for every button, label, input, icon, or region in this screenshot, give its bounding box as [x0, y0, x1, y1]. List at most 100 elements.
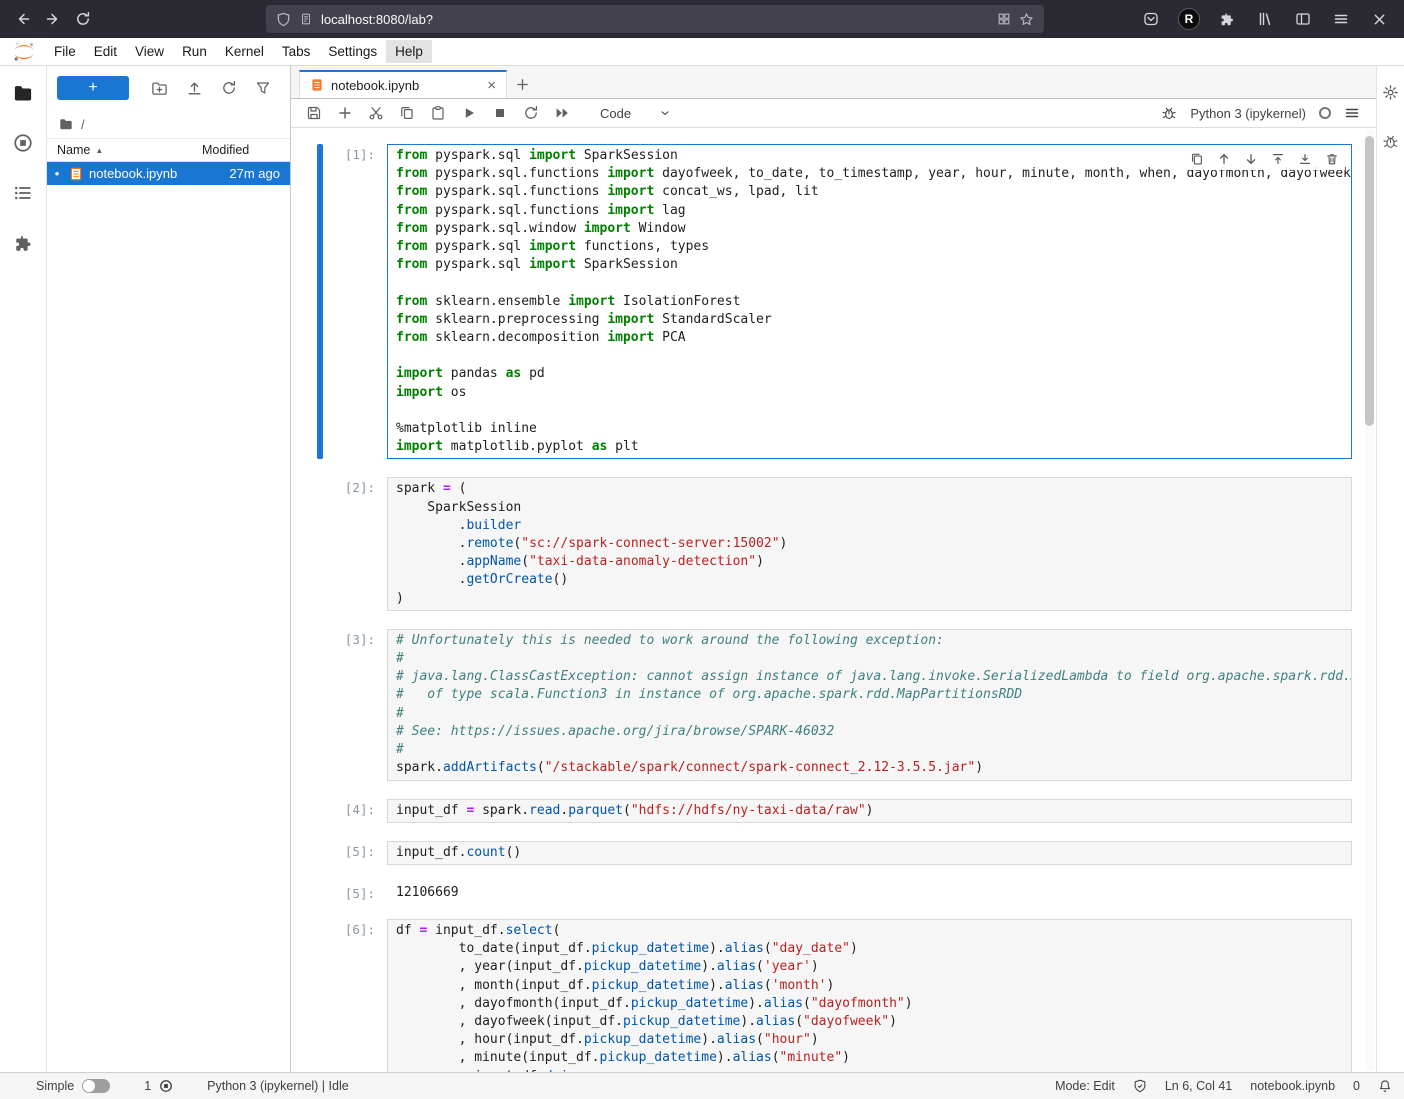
new-folder-button[interactable] — [151, 80, 168, 97]
command-mode-indicator[interactable]: Mode: Edit — [1055, 1079, 1115, 1093]
cell-editor[interactable]: df = input_df.select( to_date(input_df.p… — [387, 919, 1352, 1072]
forward-button[interactable] — [38, 4, 68, 34]
simple-mode-toggle[interactable] — [82, 1079, 110, 1093]
profile-button[interactable]: R — [1174, 4, 1204, 34]
filter-files-button[interactable] — [255, 80, 271, 96]
insert-cell-below-button[interactable] — [1296, 150, 1314, 168]
code-cell[interactable]: [1]:from pyspark.sql import SparkSession… — [317, 144, 1376, 459]
pocket-icon — [1143, 11, 1159, 27]
insert-cell-button[interactable] — [330, 101, 359, 125]
containers-grid-icon[interactable] — [997, 12, 1011, 26]
menu-item-edit[interactable]: Edit — [85, 40, 126, 63]
upload-button[interactable] — [186, 80, 203, 97]
kernel-count[interactable]: 1 — [144, 1079, 151, 1093]
code-cell[interactable]: [2]:spark = ( SparkSession .builder .rem… — [317, 477, 1376, 610]
url-bar[interactable]: localhost:8080/lab? — [266, 5, 1044, 33]
code-cell[interactable]: [3]:# Unfortunately this is needed to wo… — [317, 629, 1376, 781]
sidebar-tab-debugger[interactable] — [1382, 133, 1399, 150]
debugger-button[interactable] — [1161, 105, 1177, 121]
breadcrumb-root[interactable]: / — [81, 117, 85, 132]
refresh-icon — [221, 80, 237, 96]
pocket-button[interactable] — [1136, 4, 1166, 34]
tab-notebook[interactable]: notebook.ipynb × — [299, 70, 507, 98]
app-menu-button[interactable] — [1326, 4, 1356, 34]
site-info-icon[interactable] — [299, 12, 313, 26]
code-cell[interactable]: [6]:df = input_df.select( to_date(input_… — [317, 919, 1376, 1072]
restart-kernel-button[interactable] — [516, 101, 545, 125]
new-tab-button[interactable] — [507, 70, 537, 98]
cursor-position[interactable]: Ln 6, Col 41 — [1165, 1079, 1232, 1093]
code-cell[interactable]: [5]:input_df.count() — [317, 841, 1376, 865]
library-button[interactable] — [1250, 4, 1280, 34]
kernel-name-button[interactable]: Python 3 (ipykernel) — [1190, 106, 1306, 121]
copy-icon — [399, 105, 415, 121]
notebook-cells: [1]:from pyspark.sql import SparkSession… — [317, 144, 1376, 1072]
restart-run-all-button[interactable] — [547, 101, 576, 125]
extensions-button[interactable] — [1212, 4, 1242, 34]
file-row-notebook[interactable]: • notebook.ipynb 27m ago — [47, 162, 290, 185]
browser-toolbar: localhost:8080/lab? R — [0, 0, 1404, 38]
sidebar-tab-property-inspector[interactable] — [1382, 84, 1399, 101]
toolbar-more-commands-button[interactable] — [1344, 105, 1360, 121]
sidebars-button[interactable] — [1288, 4, 1318, 34]
tab-close-button[interactable]: × — [487, 77, 496, 94]
cut-cell-button[interactable] — [361, 101, 390, 125]
reload-button[interactable] — [68, 4, 98, 34]
column-header-name[interactable]: Name ▲ — [57, 143, 202, 157]
cell-editor[interactable]: # Unfortunately this is needed to work a… — [387, 629, 1352, 781]
scissors-icon — [368, 105, 384, 121]
code-line: # — [396, 650, 1343, 668]
save-button[interactable] — [299, 101, 328, 125]
run-cell-button[interactable] — [454, 101, 483, 125]
interrupt-kernel-button[interactable] — [485, 101, 514, 125]
bug-icon — [1161, 105, 1177, 121]
back-button[interactable] — [8, 4, 38, 34]
menu-item-help[interactable]: Help — [386, 40, 432, 63]
column-header-modified[interactable]: Modified — [202, 143, 280, 157]
menu-item-view[interactable]: View — [126, 40, 173, 63]
output-area[interactable]: [5]:12106669 — [317, 883, 1376, 901]
sidebar-tab-extensions[interactable] — [12, 232, 34, 254]
cell-editor[interactable]: from pyspark.sql import SparkSessionfrom… — [387, 144, 1352, 459]
menu-item-run[interactable]: Run — [173, 40, 216, 63]
notification-count[interactable]: 0 — [1353, 1079, 1360, 1093]
cell-type-dropdown[interactable]: Code — [594, 104, 677, 123]
code-cell[interactable]: [4]:input_df = spark.read.parquet("hdfs:… — [317, 799, 1376, 823]
paste-cell-button[interactable] — [423, 101, 452, 125]
restart-icon — [523, 105, 539, 121]
delete-cell-button[interactable] — [1323, 150, 1341, 168]
sort-ascending-icon: ▲ — [95, 146, 103, 155]
library-icon — [1257, 11, 1273, 27]
code-line: , year(input_df.pickup_datetime).alias('… — [396, 958, 1343, 976]
kernel-status-idle-icon[interactable] — [1319, 107, 1331, 119]
bell-icon[interactable] — [1378, 1079, 1392, 1093]
sidebar-tab-running[interactable] — [12, 132, 34, 154]
status-filename[interactable]: notebook.ipynb — [1250, 1079, 1335, 1093]
copy-cell-button[interactable] — [392, 101, 421, 125]
move-cell-up-button[interactable] — [1215, 150, 1233, 168]
kernel-status-text[interactable]: Python 3 (ipykernel) | Idle — [207, 1079, 349, 1093]
window-close-button[interactable] — [1364, 4, 1394, 34]
bookmark-star-icon[interactable] — [1019, 12, 1034, 27]
scrollbar-track[interactable] — [1365, 130, 1374, 1070]
move-cell-down-button[interactable] — [1242, 150, 1260, 168]
menu-item-kernel[interactable]: Kernel — [216, 40, 273, 63]
trusted-shield-icon[interactable] — [1133, 1079, 1147, 1093]
cell-editor[interactable]: spark = ( SparkSession .builder .remote(… — [387, 477, 1352, 610]
cell-editor[interactable]: input_df = spark.read.parquet("hdfs://hd… — [387, 799, 1352, 823]
refresh-file-list-button[interactable] — [221, 80, 237, 96]
menu-item-settings[interactable]: Settings — [319, 40, 386, 63]
scrollbar-thumb[interactable] — [1365, 136, 1374, 426]
sidebar-tab-file-browser[interactable] — [12, 82, 34, 104]
tracking-protection-shield-icon[interactable] — [276, 12, 291, 27]
insert-cell-above-button[interactable] — [1269, 150, 1287, 168]
duplicate-cell-button[interactable] — [1188, 150, 1206, 168]
menu-item-file[interactable]: File — [45, 40, 85, 63]
menu-item-tabs[interactable]: Tabs — [273, 40, 320, 63]
running-sessions-icon[interactable] — [159, 1079, 173, 1093]
cell-editor[interactable]: input_df.count() — [387, 841, 1352, 865]
new-launcher-button[interactable]: + — [57, 76, 129, 100]
sidebar-tab-table-of-contents[interactable] — [12, 182, 34, 204]
jupyterlab-menubar: FileEditViewRunKernelTabsSettingsHelp — [0, 38, 1404, 66]
home-folder-icon[interactable] — [59, 117, 73, 131]
